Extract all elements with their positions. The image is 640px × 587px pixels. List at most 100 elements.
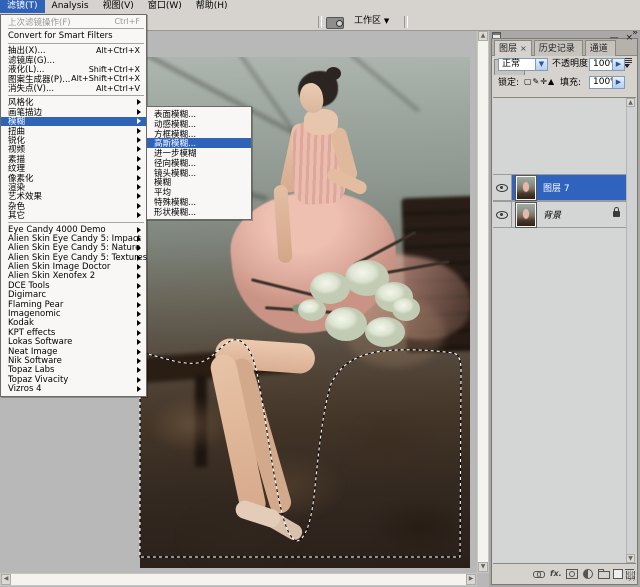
menubar-item[interactable]: 滤镜(T) — [0, 0, 45, 13]
submenu-arrow-icon — [137, 99, 144, 105]
layer-controls: 正常 ▼ 不透明度: 100% ▶ 锁定: ▢✎✛▲ 填充: 100% ▶ — [492, 55, 637, 95]
layer-row[interactable]: 背景 — [493, 201, 627, 228]
layers-scrollbar[interactable]: ▲ ▼ — [626, 98, 636, 563]
slider-arrow-icon[interactable]: ▶ — [612, 59, 624, 70]
menu-item[interactable]: 上次滤镜操作(F) Ctrl+F — [1, 17, 146, 26]
menu-item[interactable]: Nik Software — [1, 356, 146, 365]
vertical-scrollbar[interactable]: ▲ ▼ — [477, 30, 489, 573]
panel-tab[interactable]: 图层× — [494, 40, 532, 56]
submenu-arrow-icon — [137, 212, 144, 218]
submenu-arrow-icon — [137, 349, 144, 355]
menu-item[interactable]: Alien Skin Xenofex 2 — [1, 272, 146, 281]
menu-item[interactable]: KPT effects — [1, 328, 146, 337]
submenu-arrow-icon — [137, 109, 144, 115]
slider-arrow-icon[interactable]: ▶ — [612, 77, 624, 88]
submenu-arrow-icon — [137, 227, 144, 233]
menu-item[interactable]: 消失点(V)... Alt+Ctrl+V — [1, 83, 146, 92]
menu-item[interactable]: Lokas Software — [1, 338, 146, 347]
new-group-icon[interactable] — [598, 569, 610, 579]
filter-menu: 上次滤镜操作(F) Ctrl+F Convert for Smart Filte… — [0, 14, 147, 397]
menu-item[interactable]: Neat Image — [1, 347, 146, 356]
bridge-icon[interactable] — [326, 17, 344, 29]
layers-panel: 图层× 历史记录 通道 动作 — × 正常 ▼ 不透明度: 100% ▶ 锁定:… — [491, 38, 638, 585]
menu-item[interactable]: DCE Tools — [1, 281, 146, 290]
submenu-arrow-icon — [137, 330, 144, 336]
panel-tab[interactable]: 历史记录 — [534, 40, 583, 56]
submenu-arrow-icon — [137, 311, 144, 317]
opacity-input[interactable]: 100% ▶ — [589, 58, 625, 71]
submenu-arrow-icon — [137, 377, 144, 383]
chevron-down-icon: ▼ — [384, 17, 389, 25]
layer-visibility-toggle[interactable] — [493, 202, 512, 227]
scroll-down-arrow-icon[interactable]: ▼ — [478, 562, 488, 572]
lock-icon — [613, 211, 620, 217]
menu-item[interactable]: Alien Skin Eye Candy 5: Nature — [1, 244, 146, 253]
submenu-arrow-icon — [137, 367, 144, 373]
adjustment-layer-icon[interactable] — [582, 569, 594, 579]
menu-item[interactable]: Imagenomic — [1, 309, 146, 318]
menubar-item[interactable]: 视图(V) — [96, 0, 141, 13]
fill-label: 填充: — [560, 77, 581, 90]
menu-item[interactable]: Topaz Vivacity — [1, 375, 146, 384]
workspace-button[interactable]: 工作区 ▼ — [350, 15, 393, 28]
menu-item[interactable]: Vizros 4 — [1, 384, 146, 393]
tab-close-icon[interactable]: × — [520, 44, 527, 53]
menu-item[interactable]: 形状模糊... — [147, 207, 251, 217]
submenu-arrow-icon — [137, 273, 144, 279]
scroll-down-arrow-icon[interactable]: ▼ — [626, 554, 635, 563]
menu-item[interactable]: Flaming Pear — [1, 300, 146, 309]
layer-visibility-toggle[interactable] — [493, 175, 512, 200]
menu-item[interactable]: Alien Skin Eye Candy 5: Impact — [1, 234, 146, 243]
menu-item[interactable]: Convert for Smart Filters — [1, 31, 146, 40]
scroll-up-arrow-icon[interactable]: ▲ — [626, 98, 635, 107]
submenu-arrow-icon — [137, 386, 144, 392]
layers-list: 图层 7 背景 ▲ ▼ — [493, 97, 636, 563]
menubar-item[interactable]: Analysis — [45, 0, 96, 13]
submenu-arrow-icon — [137, 358, 144, 364]
new-layer-icon[interactable] — [612, 569, 624, 579]
layer-style-fx-icon[interactable]: fx. — [550, 569, 562, 579]
submenu-arrow-icon — [137, 137, 144, 143]
submenu-arrow-icon — [137, 193, 144, 199]
chevron-down-icon[interactable]: ▼ — [535, 59, 547, 70]
submenu-arrow-icon — [137, 283, 144, 289]
photoshop-window: ▲ ▼ ◀ ▶ » 图层× 历史记录 通道 动作 — × 正常 ▼ 不透明度: — [0, 0, 640, 587]
menu-item[interactable]: 其它 — [1, 210, 146, 219]
panel-dock: » 图层× 历史记录 通道 动作 — × 正常 ▼ 不透明度: 100% ▶ 锁… — [489, 30, 640, 587]
fill-input[interactable]: 100% ▶ — [589, 76, 625, 89]
add-layer-mask-icon[interactable] — [566, 569, 578, 579]
layer-thumbnail[interactable] — [516, 176, 536, 200]
blend-mode-value: 正常 — [502, 59, 520, 69]
submenu-arrow-icon — [137, 146, 144, 152]
submenu-arrow-icon — [137, 156, 144, 162]
eye-icon — [496, 184, 508, 192]
menubar-item[interactable]: 窗口(W) — [141, 0, 189, 13]
menu-item[interactable]: Eye Candy 4000 Demo — [1, 225, 146, 234]
scroll-up-arrow-icon[interactable]: ▲ — [478, 31, 488, 41]
submenu-arrow-icon — [137, 236, 144, 242]
layer-thumbnail[interactable] — [516, 203, 536, 227]
menubar-item[interactable]: 帮助(H) — [189, 0, 235, 13]
menu-item[interactable]: Alien Skin Eye Candy 5: Textures — [1, 253, 146, 262]
link-layers-icon[interactable] — [533, 569, 545, 579]
submenu-arrow-icon — [137, 255, 144, 261]
menu-item[interactable]: Digimarc — [1, 291, 146, 300]
menu-item[interactable]: Alien Skin Image Doctor — [1, 262, 146, 271]
blur-submenu: 表面模糊... 动感模糊... 方框模糊... 高斯模糊... 进一步模糊 径向… — [146, 106, 252, 220]
submenu-arrow-icon — [137, 302, 144, 308]
resize-grip[interactable] — [626, 572, 635, 581]
blend-mode-select[interactable]: 正常 ▼ — [498, 58, 548, 71]
submenu-arrow-icon — [137, 339, 144, 345]
opacity-label: 不透明度: — [552, 58, 591, 71]
menu-item[interactable]: Topaz Labs — [1, 366, 146, 375]
submenu-arrow-icon — [137, 118, 144, 124]
layers-footer: fx. — [493, 563, 636, 583]
menu-item[interactable]: Kodak — [1, 319, 146, 328]
lock-option-icons[interactable]: ▢✎✛▲ — [524, 75, 555, 88]
panel-window-buttons[interactable]: — × — [610, 33, 635, 43]
submenu-arrow-icon — [137, 128, 144, 134]
layer-row[interactable]: 图层 7 — [493, 174, 627, 201]
submenu-arrow-icon — [137, 292, 144, 298]
lock-label: 锁定: — [498, 77, 519, 90]
submenu-arrow-icon — [137, 320, 144, 326]
